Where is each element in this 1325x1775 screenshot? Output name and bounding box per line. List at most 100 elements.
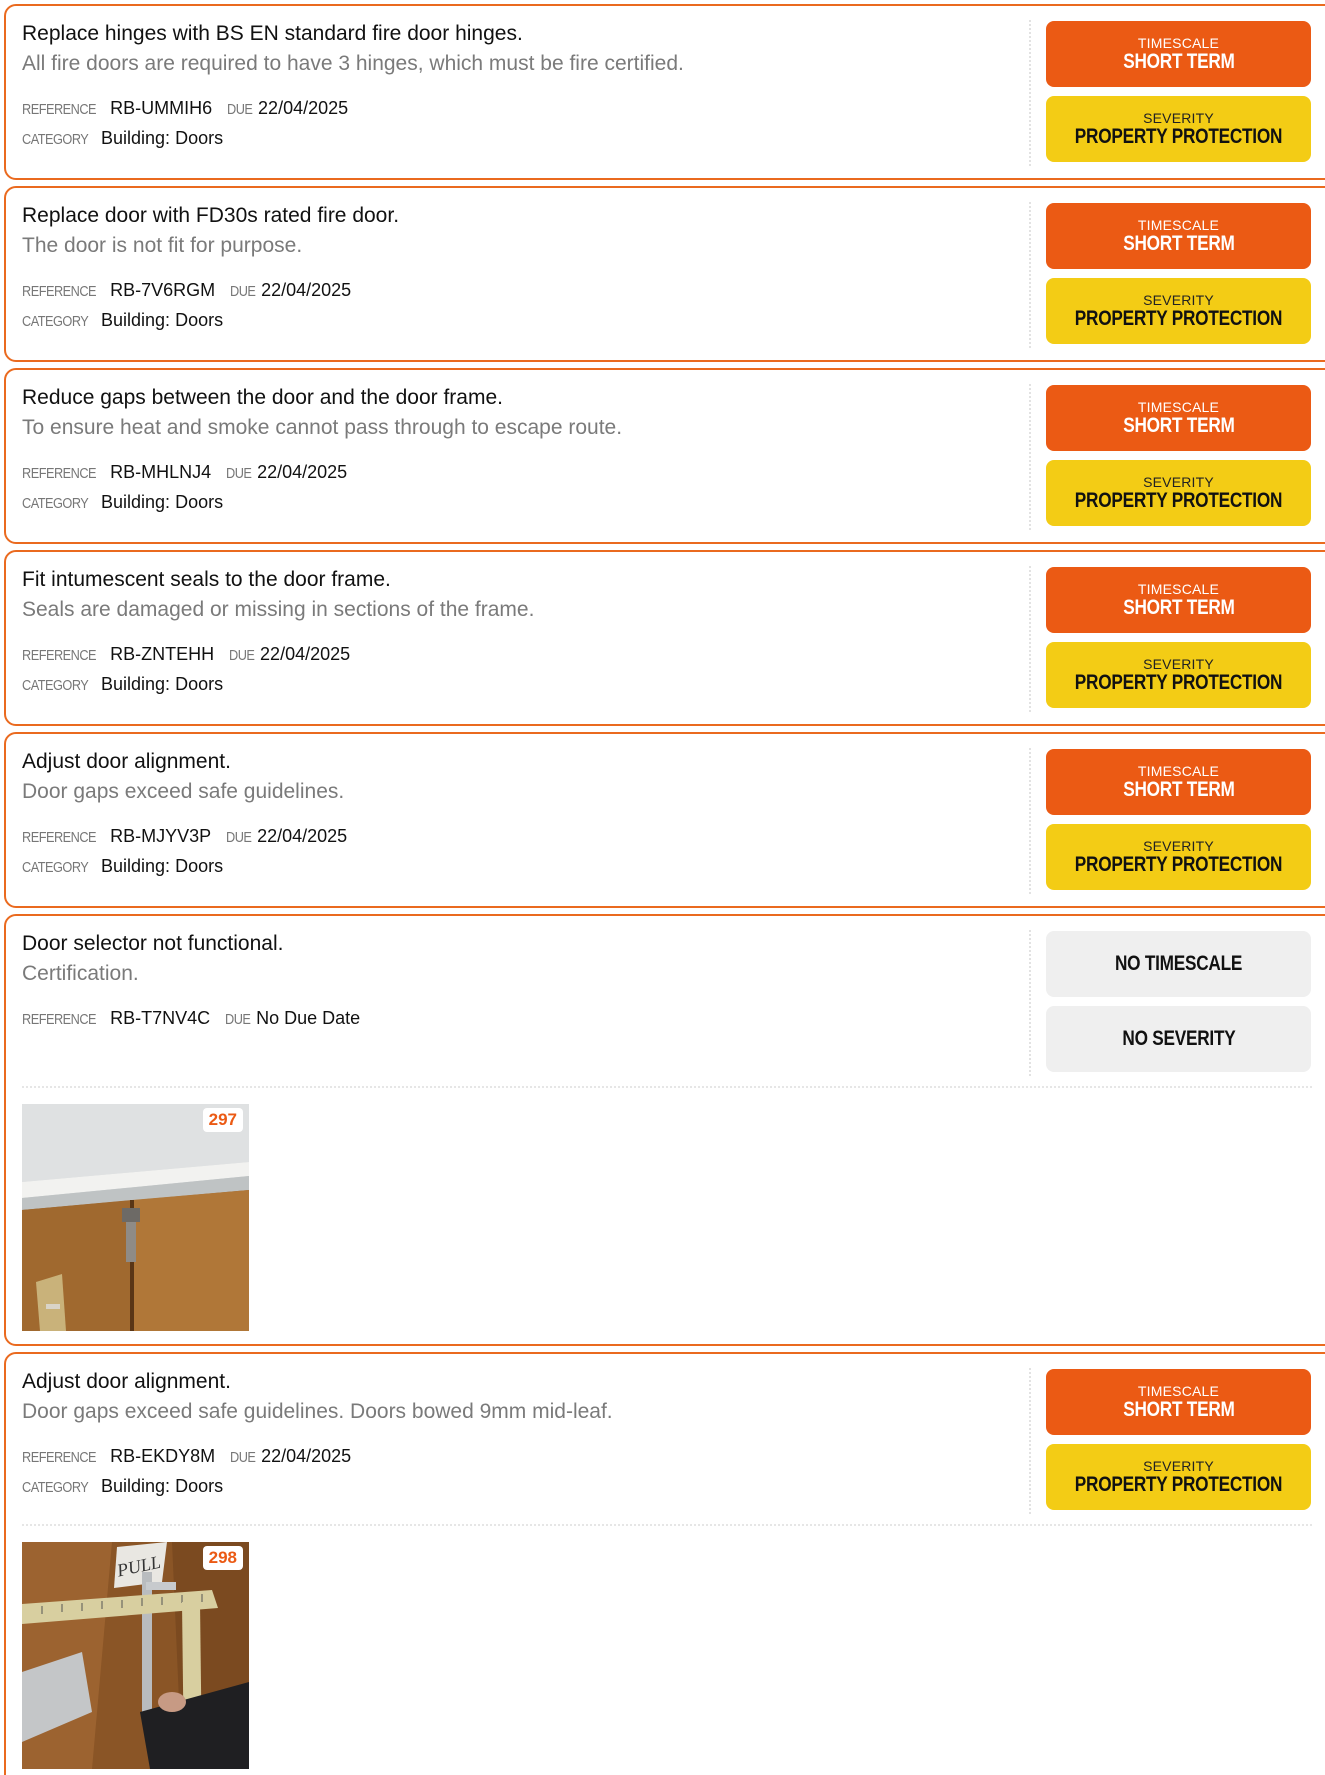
timescale-label: TIMESCALE xyxy=(1137,580,1220,597)
action-meta: REFERENCE RB-T7NV4C DUE No Due Date xyxy=(22,1004,1022,1034)
reference-label: REFERENCE xyxy=(22,647,97,664)
action-card: Reduce gaps between the door and the doo… xyxy=(4,368,1325,544)
timescale-badge: TIMESCALE SHORT TERM xyxy=(1046,749,1311,815)
section-divider xyxy=(22,1086,1312,1088)
action-card: Adjust door alignment. Door gaps exceed … xyxy=(4,732,1325,908)
photo-number: 297 xyxy=(202,1108,243,1132)
severity-value: PROPERTY PROTECTION xyxy=(1074,124,1283,148)
due-value: 22/04/2025 xyxy=(258,98,349,118)
severity-badge: NO SEVERITY xyxy=(1046,1006,1311,1072)
action-card: Replace hinges with BS EN standard fire … xyxy=(4,4,1325,180)
action-meta: REFERENCE RB-MJYV3P DUE 22/04/2025 CATEG… xyxy=(22,822,1022,882)
reference-label: REFERENCE xyxy=(22,1449,97,1466)
action-title: Adjust door alignment. xyxy=(22,750,231,773)
due-value: 22/04/2025 xyxy=(257,826,348,846)
reference-value: RB-UMMIH6 xyxy=(110,98,213,118)
action-card: Fit intumescent seals to the door frame.… xyxy=(4,550,1325,726)
timescale-badge: TIMESCALE SHORT TERM xyxy=(1046,21,1311,87)
action-meta: REFERENCE RB-EKDY8M DUE 22/04/2025 CATEG… xyxy=(22,1442,1022,1502)
category-label: CATEGORY xyxy=(22,859,89,876)
category-label: CATEGORY xyxy=(22,131,89,148)
action-details: Replace hinges with BS EN standard fire … xyxy=(22,20,1022,154)
severity-badge: SEVERITY PROPERTY PROTECTION xyxy=(1046,96,1311,162)
severity-value: PROPERTY PROTECTION xyxy=(1074,852,1283,876)
action-meta: REFERENCE RB-UMMIH6 DUE 22/04/2025 CATEG… xyxy=(22,94,1022,154)
action-meta: REFERENCE RB-ZNTEHH DUE 22/04/2025 CATEG… xyxy=(22,640,1022,700)
severity-badge: SEVERITY PROPERTY PROTECTION xyxy=(1046,460,1311,526)
category-label: CATEGORY xyxy=(22,677,89,694)
severity-label: SEVERITY xyxy=(1143,473,1214,490)
action-description: Seals are damaged or missing in sections… xyxy=(22,598,535,621)
severity-badge: SEVERITY PROPERTY PROTECTION xyxy=(1046,1444,1311,1510)
timescale-badge: NO TIMESCALE xyxy=(1046,931,1311,997)
due-label: DUE xyxy=(227,101,253,118)
column-divider xyxy=(1029,1368,1031,1514)
column-divider xyxy=(1029,202,1031,348)
reference-label: REFERENCE xyxy=(22,829,97,846)
category-label: CATEGORY xyxy=(22,313,89,330)
reference-label: REFERENCE xyxy=(22,283,97,300)
severity-label: SEVERITY xyxy=(1143,109,1214,126)
action-details: Adjust door alignment. Door gaps exceed … xyxy=(22,748,1022,882)
timescale-value: SHORT TERM xyxy=(1122,595,1235,619)
severity-badge: SEVERITY PROPERTY PROTECTION xyxy=(1046,824,1311,890)
action-meta: REFERENCE RB-MHLNJ4 DUE 22/04/2025 CATEG… xyxy=(22,458,1022,518)
action-description: Door gaps exceed safe guidelines. xyxy=(22,780,345,803)
action-card: Replace door with FD30s rated fire door.… xyxy=(4,186,1325,362)
column-divider xyxy=(1029,20,1031,166)
timescale-label: TIMESCALE xyxy=(1137,762,1220,779)
reference-value: RB-MJYV3P xyxy=(110,826,212,846)
timescale-value: SHORT TERM xyxy=(1122,413,1235,437)
column-divider xyxy=(1029,748,1031,894)
category-value: Building: Doors xyxy=(101,492,224,512)
action-title: Fit intumescent seals to the door frame. xyxy=(22,568,391,591)
category-value: Building: Doors xyxy=(101,128,224,148)
category-value: Building: Doors xyxy=(101,856,224,876)
timescale-label: TIMESCALE xyxy=(1137,1382,1220,1399)
due-label: DUE xyxy=(230,1449,256,1466)
action-details: Reduce gaps between the door and the doo… xyxy=(22,384,1022,518)
evidence-photo[interactable]: 297 xyxy=(22,1104,249,1331)
severity-value: PROPERTY PROTECTION xyxy=(1074,488,1283,512)
action-details: Adjust door alignment. Door gaps exceed … xyxy=(22,1368,1022,1502)
timescale-label: TIMESCALE xyxy=(1137,216,1220,233)
reference-value: RB-ZNTEHH xyxy=(110,644,215,664)
action-card: Door selector not functional. Certificat… xyxy=(4,914,1325,1346)
column-divider xyxy=(1029,566,1031,712)
timescale-value: SHORT TERM xyxy=(1122,231,1235,255)
severity-value: NO SEVERITY xyxy=(1121,1027,1236,1050)
reference-value: RB-7V6RGM xyxy=(110,280,216,300)
timescale-value: SHORT TERM xyxy=(1122,49,1235,73)
reference-value: RB-MHLNJ4 xyxy=(110,462,212,482)
action-title: Reduce gaps between the door and the doo… xyxy=(22,386,503,409)
due-label: DUE xyxy=(225,1011,251,1028)
timescale-badge: TIMESCALE SHORT TERM xyxy=(1046,385,1311,451)
severity-label: SEVERITY xyxy=(1143,1457,1214,1474)
category-value: Building: Doors xyxy=(101,674,224,694)
severity-badge: SEVERITY PROPERTY PROTECTION xyxy=(1046,278,1311,344)
action-description: Door gaps exceed safe guidelines. Doors … xyxy=(22,1400,613,1423)
due-value: 22/04/2025 xyxy=(261,280,352,300)
severity-label: SEVERITY xyxy=(1143,291,1214,308)
severity-badge: SEVERITY PROPERTY PROTECTION xyxy=(1046,642,1311,708)
column-divider xyxy=(1029,930,1031,1076)
due-label: DUE xyxy=(226,829,252,846)
due-value: 22/04/2025 xyxy=(261,1446,352,1466)
due-label: DUE xyxy=(226,465,252,482)
column-divider xyxy=(1029,384,1031,530)
reference-value: RB-T7NV4C xyxy=(110,1008,211,1028)
action-meta: REFERENCE RB-7V6RGM DUE 22/04/2025 CATEG… xyxy=(22,276,1022,336)
due-value: 22/04/2025 xyxy=(260,644,351,664)
timescale-value: SHORT TERM xyxy=(1122,777,1235,801)
severity-value: PROPERTY PROTECTION xyxy=(1074,670,1283,694)
action-title: Replace door with FD30s rated fire door. xyxy=(22,204,400,227)
action-details: Fit intumescent seals to the door frame.… xyxy=(22,566,1022,700)
timescale-badge: TIMESCALE SHORT TERM xyxy=(1046,567,1311,633)
category-value: Building: Doors xyxy=(101,310,224,330)
timescale-value: NO TIMESCALE xyxy=(1114,952,1243,975)
severity-label: SEVERITY xyxy=(1143,655,1214,672)
timescale-badge: TIMESCALE SHORT TERM xyxy=(1046,1369,1311,1435)
evidence-photo[interactable]: PULL 298 xyxy=(22,1542,249,1769)
severity-value: PROPERTY PROTECTION xyxy=(1074,306,1283,330)
severity-value: PROPERTY PROTECTION xyxy=(1074,1472,1283,1496)
